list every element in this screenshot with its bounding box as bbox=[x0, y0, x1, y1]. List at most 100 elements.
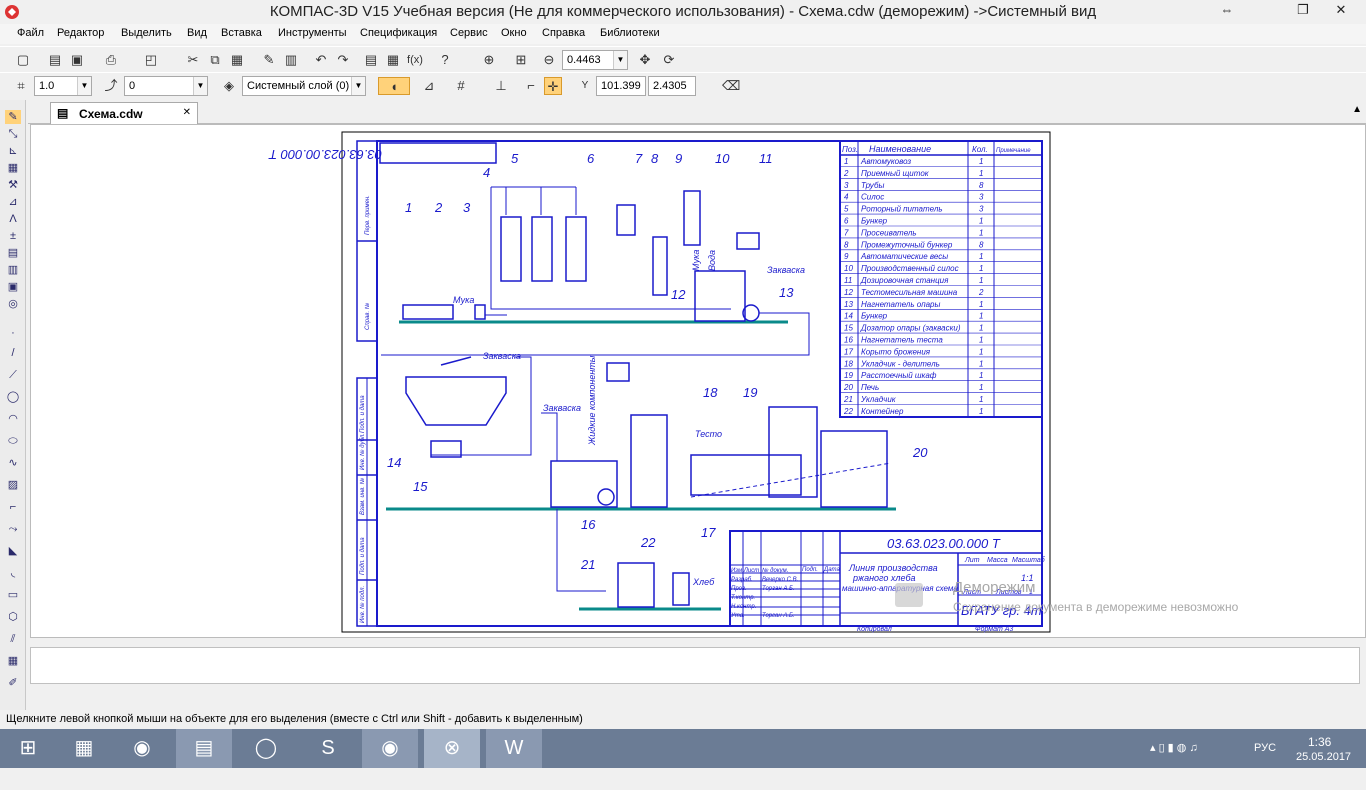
print-icon[interactable]: ⎙ bbox=[102, 51, 120, 69]
associative-icon[interactable]: ± bbox=[5, 229, 21, 243]
tree-icon[interactable]: ▤ bbox=[362, 51, 380, 69]
dash-icon[interactable]: ⫽ bbox=[5, 632, 21, 646]
snap-step-icon[interactable]: ⌗ bbox=[12, 77, 30, 95]
skype-icon[interactable]: S bbox=[300, 729, 356, 768]
round-icon[interactable]: ⌐ bbox=[522, 77, 540, 95]
segment-icon[interactable]: ⟋ bbox=[5, 368, 21, 382]
drawing-sheet[interactable]: 03.63.023.00.000 Т 03.63.023.00.000 Т Ли… bbox=[31, 125, 1366, 639]
fx-icon[interactable]: f(x) bbox=[406, 51, 424, 69]
spec-icon[interactable]: ▤ bbox=[5, 246, 21, 260]
chevron-down-icon[interactable]: ▼ bbox=[193, 77, 207, 95]
menu-help[interactable]: Справка bbox=[542, 27, 585, 39]
menu-window[interactable]: Окно bbox=[501, 27, 527, 39]
menu-edit[interactable]: Редактор bbox=[57, 27, 104, 39]
select-geom-icon[interactable]: Λ bbox=[5, 212, 21, 226]
refresh-icon[interactable]: ⟳ bbox=[660, 51, 678, 69]
minimize-button[interactable]: ⇔ bbox=[1204, 0, 1250, 22]
insert-icon[interactable]: ▣ bbox=[5, 280, 21, 294]
layer-combo[interactable]: Системный слой (0) ▼ bbox=[242, 76, 366, 96]
chevron-down-icon[interactable]: ▼ bbox=[351, 77, 365, 95]
open-file-icon[interactable]: ▤ bbox=[46, 51, 64, 69]
scroll-up-icon[interactable]: ▲ bbox=[1352, 104, 1362, 115]
menu-spec[interactable]: Спецификация bbox=[360, 27, 437, 39]
tab-close-icon[interactable]: ✕ bbox=[183, 107, 191, 118]
zoom-in-icon[interactable]: ⊕ bbox=[480, 51, 498, 69]
paste-icon[interactable]: ▦ bbox=[228, 51, 246, 69]
grid-ref-icon[interactable]: ▦ bbox=[5, 654, 21, 668]
fillet-icon[interactable]: ◟ bbox=[5, 566, 21, 580]
menu-service[interactable]: Сервис bbox=[450, 27, 488, 39]
menu-libraries[interactable]: Библиотеки bbox=[600, 27, 660, 39]
clock-date[interactable]: 25.05.2017 bbox=[1296, 751, 1351, 790]
chrome-window-icon[interactable]: ◉ bbox=[362, 729, 418, 768]
menu-tools[interactable]: Инструменты bbox=[278, 27, 347, 39]
opera-icon[interactable]: ◯ bbox=[238, 729, 294, 768]
undo-icon[interactable]: ↶ bbox=[312, 51, 330, 69]
menu-view[interactable]: Вид bbox=[187, 27, 207, 39]
ortho-icon[interactable]: ⊿ bbox=[420, 77, 438, 95]
copy-icon[interactable]: ⧉ bbox=[206, 51, 224, 69]
cursor-snap-icon[interactable]: ✛ bbox=[544, 77, 562, 95]
manager-icon[interactable]: ▥ bbox=[282, 51, 300, 69]
snap-magnet-icon[interactable]: ◖ bbox=[378, 77, 410, 95]
chevron-down-icon[interactable]: ▼ bbox=[613, 51, 627, 69]
close-button[interactable]: ✕ bbox=[1318, 0, 1364, 22]
chamfer-icon[interactable]: ◣ bbox=[5, 544, 21, 558]
pan-icon[interactable]: ✥ bbox=[636, 51, 654, 69]
chevron-down-icon[interactable]: ▼ bbox=[77, 77, 91, 95]
spline-icon[interactable]: ∿ bbox=[5, 456, 21, 470]
angle-icon[interactable]: ⤴ bbox=[102, 77, 120, 95]
circle-icon[interactable]: ◯ bbox=[5, 390, 21, 404]
zoom-icon[interactable]: ⊖ bbox=[540, 51, 558, 69]
preview-icon[interactable]: ◰ bbox=[142, 51, 160, 69]
symbols-icon[interactable]: ⊾ bbox=[5, 144, 21, 158]
tab-schema[interactable]: ▤ Схема.cdw ✕ bbox=[50, 102, 198, 124]
menu-insert[interactable]: Вставка bbox=[221, 27, 262, 39]
layer-icon[interactable]: ◈ bbox=[220, 77, 238, 95]
coord-x-field[interactable]: 101.399 bbox=[596, 76, 646, 96]
word-icon[interactable]: W bbox=[486, 729, 542, 768]
polyline-icon[interactable]: ⤳ bbox=[5, 522, 21, 536]
local-cs-icon[interactable]: ⊥ bbox=[492, 77, 510, 95]
clear-icon[interactable]: ⌫ bbox=[722, 77, 740, 95]
reports-icon[interactable]: ▥ bbox=[5, 263, 21, 277]
aux-line-icon[interactable]: / bbox=[5, 346, 21, 360]
menu-select[interactable]: Выделить bbox=[121, 27, 172, 39]
tray-icons[interactable]: ▴ ▯ ▮ ◍ ♫ bbox=[1150, 741, 1198, 780]
explorer-icon[interactable]: ▤ bbox=[176, 729, 232, 768]
redo-icon[interactable]: ↷ bbox=[334, 51, 352, 69]
variables-icon[interactable]: ▦ bbox=[384, 51, 402, 69]
angle-combo[interactable]: 0 ▼ bbox=[124, 76, 208, 96]
select-icon[interactable]: ✎ bbox=[5, 110, 21, 124]
hatch-icon[interactable]: ▨ bbox=[5, 478, 21, 492]
save-icon[interactable]: ▣ bbox=[68, 51, 86, 69]
step-combo[interactable]: 1.0 ▼ bbox=[34, 76, 92, 96]
grid-icon[interactable]: # bbox=[452, 77, 470, 95]
properties-panel[interactable] bbox=[30, 647, 1360, 684]
zoom-all-icon[interactable]: ⊞ bbox=[512, 51, 530, 69]
new-file-icon[interactable]: ▢ bbox=[14, 51, 32, 69]
point-icon[interactable]: · bbox=[5, 326, 21, 340]
contour-icon[interactable]: ⌐ bbox=[5, 500, 21, 514]
arc-icon[interactable]: ◠ bbox=[5, 412, 21, 426]
measure-icon[interactable]: ⊿ bbox=[5, 195, 21, 209]
zoom-combo[interactable]: 0.4463 ▼ bbox=[562, 50, 628, 70]
params-icon[interactable]: ⚒ bbox=[5, 178, 21, 192]
cut-icon[interactable]: ✂ bbox=[184, 51, 202, 69]
folder-app-icon[interactable]: ▦ bbox=[56, 729, 112, 768]
properties-icon[interactable]: ✎ bbox=[260, 51, 278, 69]
drawing-canvas[interactable]: 03.63.023.00.000 Т 03.63.023.00.000 Т Ли… bbox=[30, 124, 1366, 638]
windows-start-icon[interactable]: ⊞ bbox=[0, 729, 56, 768]
fragments-icon[interactable]: ◎ bbox=[5, 297, 21, 311]
polygon-icon[interactable]: ⬡ bbox=[5, 610, 21, 624]
language-indicator[interactable]: РУС bbox=[1254, 742, 1276, 781]
help-cursor-icon[interactable]: ? bbox=[436, 51, 454, 69]
rectangle-icon[interactable]: ▭ bbox=[5, 588, 21, 602]
ellipse-icon[interactable]: ⬭ bbox=[5, 434, 21, 448]
coord-y-field[interactable]: 2.4305 bbox=[648, 76, 696, 96]
dimensions-icon[interactable]: ⤡ bbox=[5, 127, 21, 141]
chrome-icon[interactable]: ◉ bbox=[114, 729, 170, 768]
kompas-task-icon[interactable]: ⊗ bbox=[424, 729, 480, 768]
menu-file[interactable]: Файл bbox=[17, 27, 44, 39]
edit-icon[interactable]: ▦ bbox=[5, 161, 21, 175]
